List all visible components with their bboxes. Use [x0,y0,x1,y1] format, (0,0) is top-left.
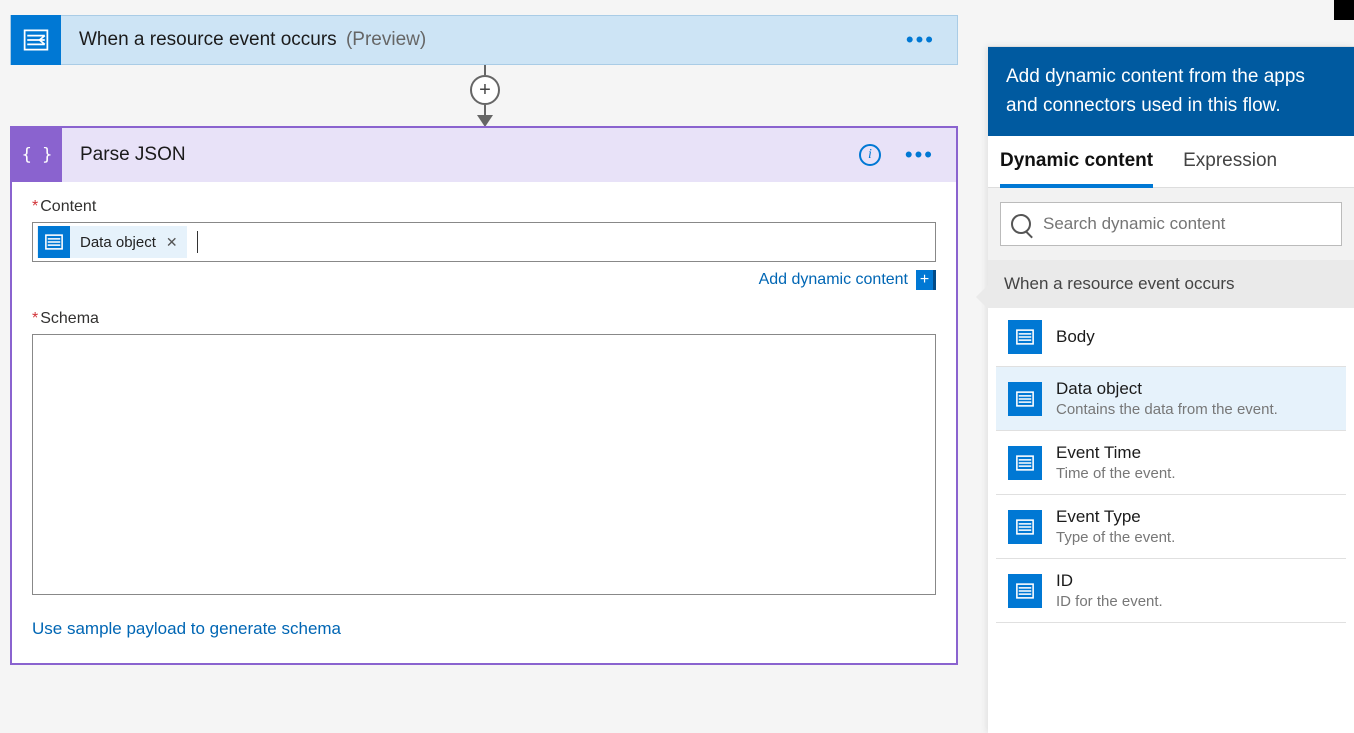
add-dynamic-content-link[interactable]: Add dynamic content [759,271,908,289]
parse-json-card: { } Parse JSON i ••• *Content [10,126,958,665]
eventgrid-icon [11,15,61,65]
dynamic-item-id[interactable]: ID ID for the event. [996,559,1346,623]
dynamic-content-panel: Add dynamic content from the apps and co… [988,46,1354,733]
eventgrid-icon [1008,446,1042,480]
top-right-marker [1334,0,1354,20]
dynamic-item-event-time[interactable]: Event Time Time of the event. [996,431,1346,495]
text-cursor [197,231,198,253]
info-icon[interactable]: i [859,144,881,166]
token-label: Data object [70,234,166,251]
use-sample-payload-link[interactable]: Use sample payload to generate schema [32,619,341,639]
eventgrid-icon [38,226,70,258]
schema-label: *Schema [32,310,936,328]
search-box[interactable] [1000,202,1342,246]
item-desc: Type of the event. [1056,529,1175,546]
section-header: When a resource event occurs [988,260,1354,308]
add-dynamic-content-plus-button[interactable]: + [916,270,936,290]
dynamic-items-list: Body Data object Contains the data from … [988,308,1354,733]
eventgrid-icon [1008,320,1042,354]
trigger-title: When a resource event occurs (Preview) [79,29,426,51]
item-desc: Contains the data from the event. [1056,401,1278,418]
item-name: Event Type [1056,507,1175,527]
panel-tabs: Dynamic content Expression [988,136,1354,188]
schema-input[interactable] [32,334,936,595]
dynamic-item-data-object[interactable]: Data object Contains the data from the e… [996,367,1346,431]
search-input[interactable] [1043,214,1331,234]
parse-json-title: Parse JSON [80,144,186,166]
token-remove-button[interactable]: ✕ [166,234,178,251]
connector-line [484,65,486,75]
item-desc: ID for the event. [1056,593,1163,610]
parse-menu-button[interactable]: ••• [905,142,934,168]
connector: + [470,65,500,131]
item-name: Body [1056,327,1095,347]
dynamic-item-body[interactable]: Body [996,308,1346,367]
panel-pointer-icon [976,285,988,309]
tab-dynamic-content[interactable]: Dynamic content [1000,150,1153,188]
trigger-card[interactable]: When a resource event occurs (Preview) •… [10,15,958,65]
dynamic-item-event-type[interactable]: Event Type Type of the event. [996,495,1346,559]
content-token-data-object[interactable]: Data object ✕ [37,226,187,258]
trigger-menu-button[interactable]: ••• [906,27,935,53]
panel-header: Add dynamic content from the apps and co… [988,47,1354,136]
eventgrid-icon [1008,382,1042,416]
json-icon: { } [12,128,62,182]
preview-tag: (Preview) [346,29,426,50]
item-name: ID [1056,571,1163,591]
item-name: Data object [1056,379,1278,399]
item-desc: Time of the event. [1056,465,1176,482]
parse-json-header[interactable]: { } Parse JSON i ••• [12,128,956,182]
item-name: Event Time [1056,443,1176,463]
search-icon [1011,214,1031,234]
insert-step-button[interactable]: + [470,75,500,105]
content-input[interactable]: Data object ✕ [32,222,936,262]
content-label: *Content [32,198,936,216]
tab-expression[interactable]: Expression [1183,150,1277,187]
connector-line [484,105,486,115]
eventgrid-icon [1008,574,1042,608]
eventgrid-icon [1008,510,1042,544]
